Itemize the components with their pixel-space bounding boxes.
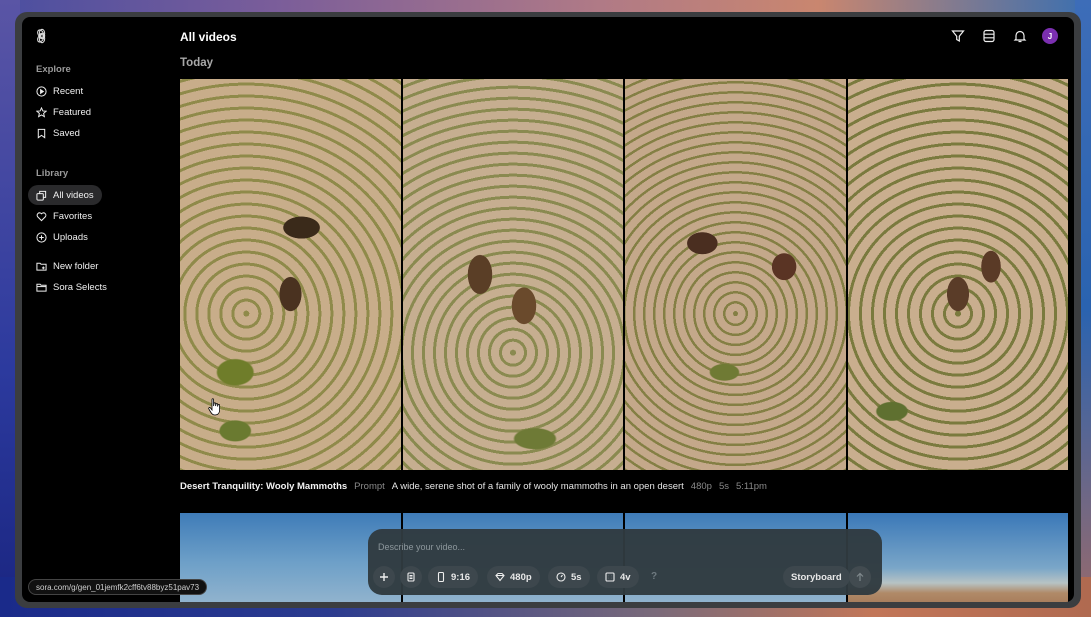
sidebar-item-label: Uploads	[53, 231, 88, 243]
sidebar-item-recent[interactable]: Recent	[28, 81, 91, 101]
plus-icon	[380, 573, 388, 581]
sidebar-item-favorites[interactable]: Favorites	[28, 206, 100, 226]
sidebar-item-label: New folder	[53, 260, 99, 272]
filter-icon[interactable]	[951, 29, 965, 43]
sidebar-item-label: All videos	[53, 189, 94, 201]
app-window: Explore Recent Featured Saved Library Al…	[22, 17, 1074, 602]
sidebar-item-uploads[interactable]: Uploads	[28, 227, 96, 247]
page-title: All videos	[180, 30, 237, 44]
bookmark-icon	[37, 128, 46, 139]
add-button[interactable]	[373, 566, 395, 588]
prompt-text: A wide, serene shot of a family of wooly…	[391, 481, 684, 492]
describe-video-input[interactable]	[378, 539, 858, 555]
video-caption: Desert Tranquility: Wooly Mammoths Promp…	[180, 481, 767, 492]
videos-icon	[36, 190, 47, 201]
plus-circle-icon	[36, 231, 47, 243]
video-title[interactable]: Desert Tranquility: Wooly Mammoths	[180, 481, 347, 492]
video-thumbnail[interactable]	[402, 79, 623, 470]
aspect-ratio-button[interactable]: 9:16	[428, 566, 479, 588]
explore-section-label: Explore	[36, 64, 71, 75]
diamond-icon	[495, 572, 505, 582]
prompt-composer: 9:16 480p 5s 4v ? Storyboard	[368, 529, 882, 595]
star-icon	[36, 106, 47, 118]
library-section-label: Library	[36, 168, 69, 179]
help-button[interactable]: ?	[651, 571, 657, 582]
time-meta: 5:11pm	[735, 481, 767, 492]
arrow-up-icon	[856, 572, 864, 581]
submit-button[interactable]	[849, 566, 871, 588]
clock-icon	[556, 572, 566, 582]
sidebar-item-label: Sora Selects	[53, 281, 107, 293]
play-circle-icon	[36, 85, 47, 97]
heart-icon	[36, 211, 47, 221]
video-thumbnail[interactable]	[847, 79, 1068, 470]
hand-pointer-cursor-icon	[208, 398, 220, 416]
bell-icon[interactable]	[1013, 29, 1027, 43]
folder-icon	[36, 283, 47, 292]
sidebar-item-label: Recent	[53, 85, 84, 97]
storyboard-button[interactable]: Storyboard	[783, 566, 850, 588]
sidebar-item-saved[interactable]: Saved	[28, 123, 88, 143]
resolution-meta: 480p	[690, 481, 712, 492]
aspect-ratio-value: 9:16	[451, 571, 471, 583]
presets-button[interactable]	[400, 566, 422, 588]
status-url-tooltip: sora.com/g/gen_01jemfk2cff6tv88byz51pav7…	[28, 579, 208, 595]
sidebar-item-label: Saved	[53, 127, 80, 139]
sidebar-item-featured[interactable]: Featured	[28, 102, 99, 122]
duration-button[interactable]: 5s	[548, 566, 590, 588]
sidebar: Explore Recent Featured Saved Library Al…	[22, 17, 172, 602]
sidebar-item-sora-selects[interactable]: Sora Selects	[28, 277, 115, 297]
list-view-icon[interactable]	[982, 29, 996, 43]
resolution-button[interactable]: 480p	[487, 566, 540, 588]
sidebar-item-label: Featured	[53, 106, 92, 118]
duration-value: 5s	[571, 571, 582, 583]
video-thumbnail[interactable]	[625, 79, 846, 470]
date-group-label: Today	[180, 57, 214, 69]
folder-plus-icon	[36, 262, 47, 271]
sidebar-item-all-videos[interactable]: All videos	[28, 185, 102, 205]
phone-portrait-icon	[437, 572, 445, 582]
avatar[interactable]: J	[1042, 28, 1058, 44]
document-icon	[407, 572, 415, 582]
grid-icon	[605, 572, 615, 582]
duration-meta: 5s	[718, 481, 729, 492]
sidebar-item-label: Favorites	[53, 210, 93, 222]
variations-button[interactable]: 4v	[597, 566, 639, 588]
video-grid	[180, 79, 1068, 470]
sidebar-item-new-folder[interactable]: New folder	[28, 256, 106, 276]
openai-logo-icon[interactable]	[34, 28, 50, 44]
resolution-value: 480p	[510, 571, 532, 583]
variations-value: 4v	[620, 571, 631, 583]
prompt-label: Prompt	[354, 481, 385, 492]
